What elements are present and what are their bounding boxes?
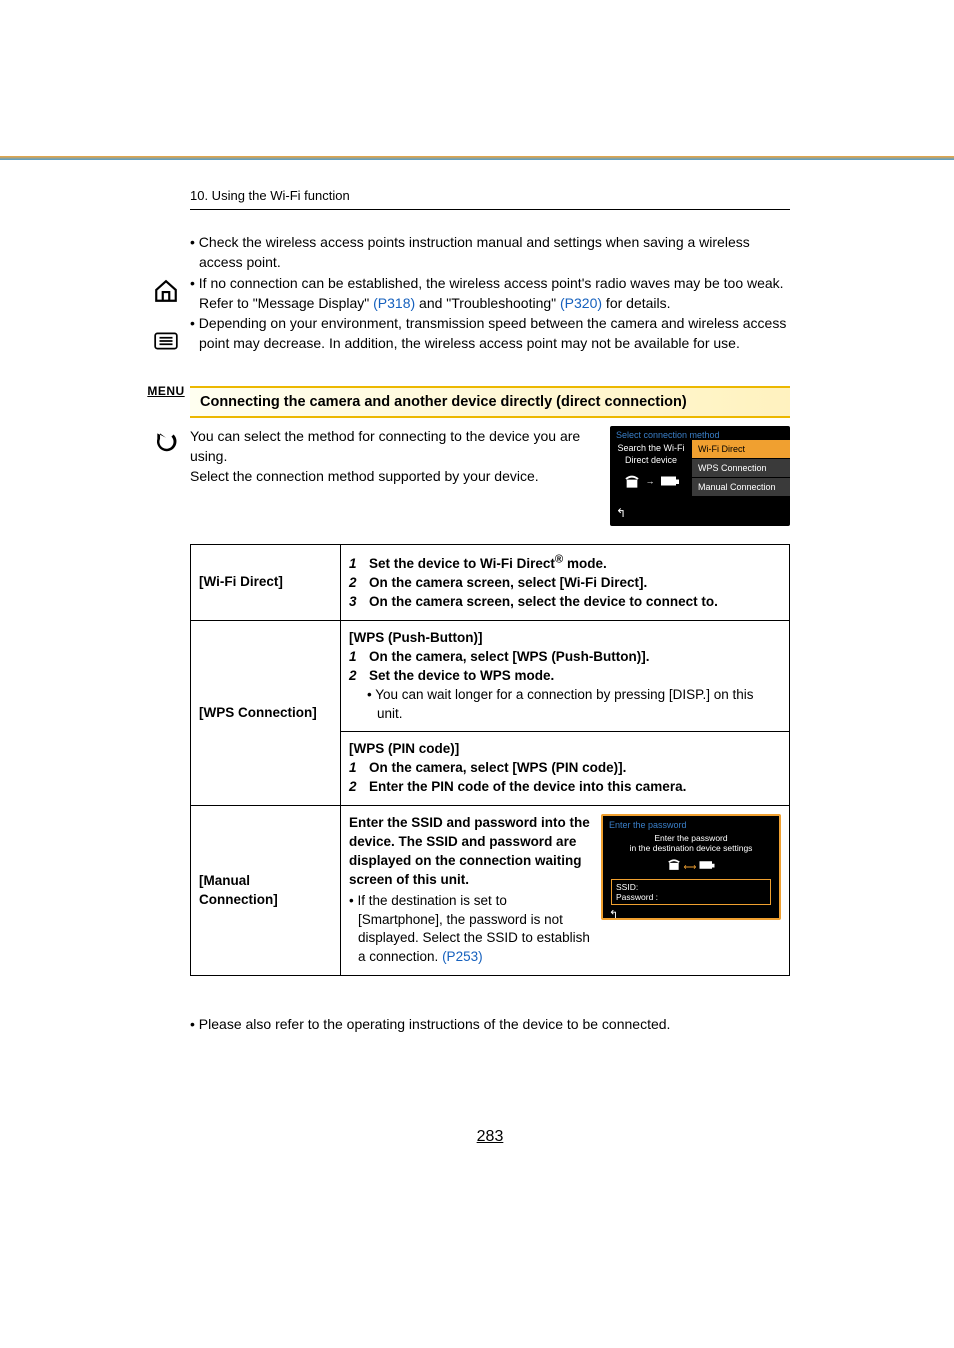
section-heading: Connecting the camera and another device… <box>190 386 790 418</box>
page-link[interactable]: (P320) <box>560 295 602 311</box>
main-content: 10. Using the Wi-Fi function Check the w… <box>190 188 790 1146</box>
menu-option: Manual Connection <box>692 478 790 496</box>
row-label: [Wi-Fi Direct] <box>191 544 341 620</box>
camera-screen-enter-password: Enter the password Enter the passwordin … <box>601 814 781 920</box>
connection-icons: ⟷ <box>603 855 779 877</box>
side-nav: MENU <box>0 188 190 1146</box>
row-label: [WPS Connection] <box>191 620 341 805</box>
home-icon[interactable] <box>148 276 184 306</box>
toc-icon[interactable] <box>148 326 184 356</box>
page-link[interactable]: (P318) <box>373 295 415 311</box>
connection-methods-table: [Wi-Fi Direct] 1Set the device to Wi-Fi … <box>190 544 790 976</box>
back-glyph: ↰ <box>610 504 790 522</box>
camera-screen-select-method: Select connection method Search the Wi-F… <box>610 426 790 526</box>
tip-item: Depending on your environment, transmiss… <box>190 313 790 354</box>
footer-note: Please also refer to the operating instr… <box>190 1016 790 1032</box>
table-row: [Manual Connection] Enter the SSID and p… <box>191 806 790 976</box>
menu-button[interactable]: MENU <box>148 376 184 406</box>
camera-device-icons: → <box>620 471 682 491</box>
table-row: [WPS Connection] [WPS (Push-Button)] 1On… <box>191 620 790 731</box>
tips-list: Check the wireless access points instruc… <box>190 232 790 354</box>
menu-option-selected: Wi-Fi Direct <box>692 440 790 458</box>
menu-option: WPS Connection <box>692 459 790 477</box>
page-link[interactable]: (P253) <box>442 949 483 964</box>
breadcrumb: 10. Using the Wi-Fi function <box>190 188 790 210</box>
intro-text: You can select the method for connecting… <box>190 426 594 526</box>
tip-item: Check the wireless access points instruc… <box>190 232 790 273</box>
row-label: [Manual Connection] <box>191 806 341 976</box>
tip-item: If no connection can be established, the… <box>190 273 790 314</box>
table-row: [Wi-Fi Direct] 1Set the device to Wi-Fi … <box>191 544 790 620</box>
page-number[interactable]: 283 <box>190 1128 790 1146</box>
back-glyph: ↰ <box>603 907 779 924</box>
back-icon[interactable] <box>148 426 184 456</box>
